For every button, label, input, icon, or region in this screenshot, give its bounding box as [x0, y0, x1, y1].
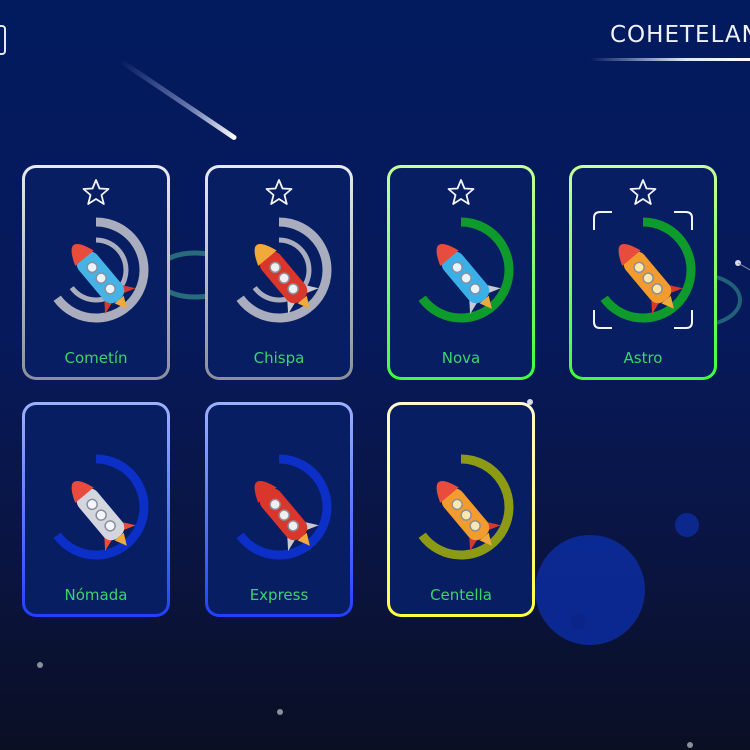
rocket-name: Chispa	[253, 349, 305, 367]
star-dot	[37, 662, 43, 668]
rocket-icon	[53, 217, 149, 323]
rocket-icon	[418, 217, 514, 323]
rocket-name: Nómada	[64, 586, 128, 604]
rocket-name: Cometín	[64, 349, 128, 367]
rocket-card[interactable]: Astro	[569, 165, 717, 380]
constellation-line	[737, 262, 750, 271]
rocket-card-body: Nómada	[25, 405, 167, 614]
rocket-card-body: Centella	[390, 405, 532, 614]
rocket-card-body: Express	[208, 405, 350, 614]
rocket-icon	[593, 211, 696, 329]
rocket-card-body: Chispa	[208, 168, 350, 377]
rocket-icon	[236, 217, 332, 323]
planet-small	[675, 513, 699, 537]
rocket-name: Nova	[441, 349, 481, 367]
app-title: COHETELAN	[610, 22, 750, 48]
rocket-card[interactable]: Express	[205, 402, 353, 617]
rocket-card[interactable]: Centella	[387, 402, 535, 617]
star-dot	[687, 742, 693, 748]
rocket-name: Astro	[623, 349, 663, 367]
rocket-card[interactable]: Chispa	[205, 165, 353, 380]
rocket-card[interactable]: Cometín	[22, 165, 170, 380]
rocket-card[interactable]: Nova	[387, 165, 535, 380]
rocket-name: Express	[249, 586, 309, 604]
menu-button[interactable]	[0, 25, 6, 55]
rocket-icon	[53, 454, 149, 560]
rocket-card-body: Astro	[572, 168, 714, 377]
title-underline	[590, 58, 750, 61]
planet-crater	[570, 614, 586, 630]
rocket-card-body: Cometín	[25, 168, 167, 377]
planet-large	[535, 535, 645, 645]
star-dot	[277, 709, 283, 715]
rocket-card-body: Nova	[390, 168, 532, 377]
rocket-icon	[418, 454, 514, 560]
rocket-icon	[236, 454, 332, 560]
rocket-name: Centella	[430, 586, 492, 604]
rocket-card[interactable]: Nómada	[22, 402, 170, 617]
